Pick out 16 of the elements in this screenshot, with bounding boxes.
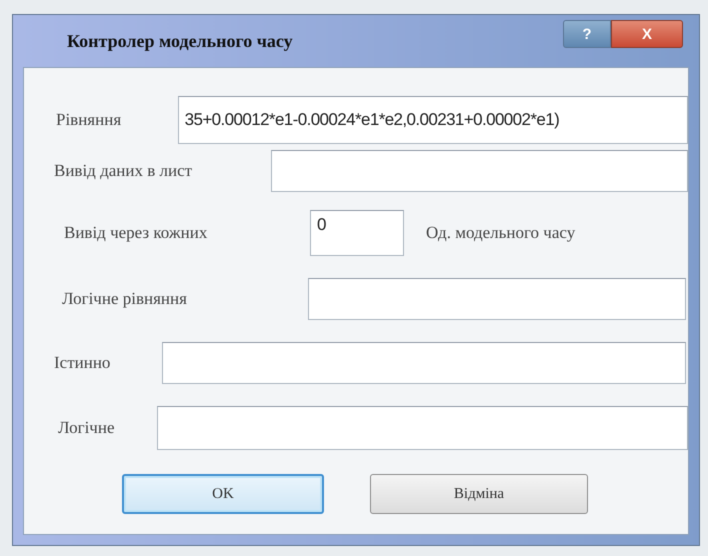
field-label: Істинно [54, 353, 112, 373]
ok-button[interactable]: OK [122, 474, 324, 514]
input-field[interactable] [162, 342, 686, 384]
input-field[interactable] [270, 150, 688, 192]
unit-label: Од. модельного часу [426, 223, 576, 243]
field-label: Вивід через кожних [64, 223, 208, 243]
field-label: Рівняння [56, 110, 122, 130]
input-field[interactable]: 0 [310, 210, 404, 256]
cancel-button[interactable]: Відміна [370, 474, 588, 514]
field-label: Логічне [58, 418, 116, 438]
field-label: Вивід даних в лист [54, 161, 194, 181]
input-field[interactable] [308, 278, 686, 320]
input-field[interactable]: 35+0.00012*e1-0.00024*e1*e2,0.00231+0.00002*e1) [178, 96, 688, 144]
field-label: Логічне рівняння [62, 289, 188, 309]
window-title: Контролер модельного часу [67, 30, 294, 52]
input-field[interactable] [157, 406, 688, 450]
